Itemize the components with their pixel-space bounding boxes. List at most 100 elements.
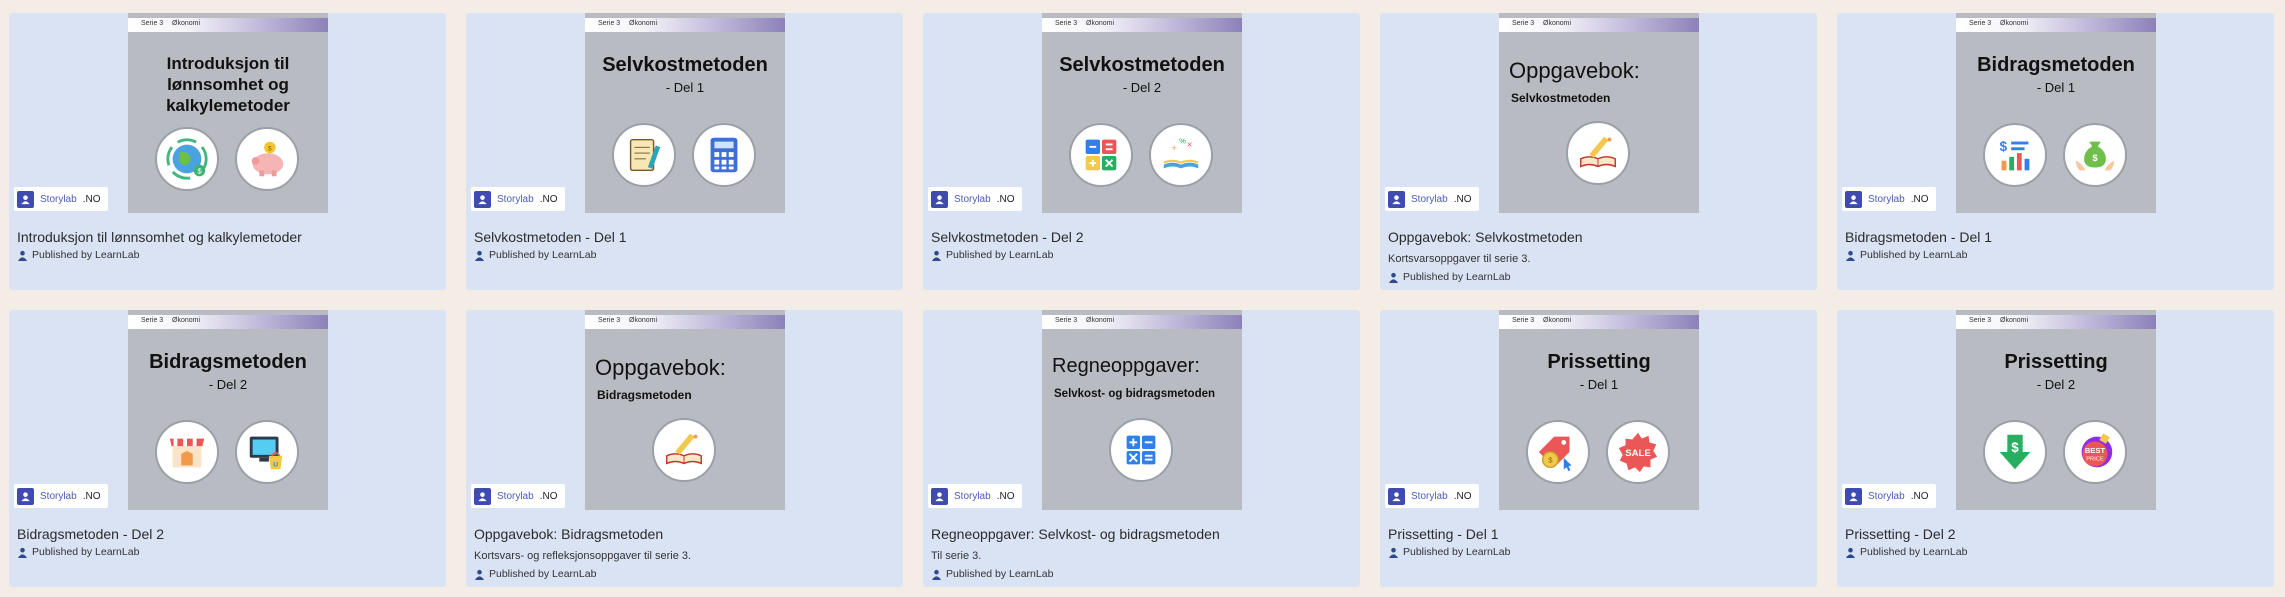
course-card[interactable]: Serie 3 Økonomi Oppgavebok: Bidragsmetod… xyxy=(466,310,903,587)
card-description: Kortsvars- og refleksjonsoppgaver til se… xyxy=(474,550,692,562)
course-thumbnail[interactable]: Serie 3 Økonomi Regneoppgaver: Selvkost-… xyxy=(1042,310,1242,510)
subject-label: Økonomi xyxy=(1086,20,1115,27)
brand-suffix: .NO xyxy=(539,490,558,502)
series-band: Serie 3 Økonomi xyxy=(128,18,328,32)
series-band: Serie 3 Økonomi xyxy=(585,18,785,32)
thumbnail-subtitle: - Del 1 xyxy=(2036,80,2076,95)
course-thumbnail[interactable]: Serie 3 Økonomi Selvkostmetoden - Del 2 … xyxy=(1042,13,1242,213)
thumbnail-title: Oppgavebok: xyxy=(595,355,726,380)
svg-text:$: $ xyxy=(268,145,272,152)
card-title[interactable]: Regneoppgaver: Selvkost- og bidragsmetod… xyxy=(931,526,1220,542)
brand-badge[interactable]: Storylab .NO xyxy=(928,484,1022,508)
user-icon xyxy=(17,250,28,261)
online-shop-icon: U xyxy=(235,420,299,484)
subject-label: Økonomi xyxy=(172,20,201,27)
user-icon xyxy=(474,569,485,580)
course-thumbnail[interactable]: Serie 3 Økonomi Oppgavebok: Selvkostmeto… xyxy=(1499,13,1699,213)
card-title[interactable]: Oppgavebok: Selvkostmetoden xyxy=(1388,229,1583,245)
card-title[interactable]: Prissetting - Del 1 xyxy=(1388,526,1498,542)
storylab-logo-icon xyxy=(931,190,948,208)
brand-badge[interactable]: Storylab .NO xyxy=(1385,484,1479,508)
user-icon xyxy=(1388,547,1399,558)
course-card[interactable]: Serie 3 Økonomi Selvkostmetoden - Del 2 … xyxy=(923,13,1360,290)
series-band: Serie 3 Økonomi xyxy=(585,315,785,329)
card-title[interactable]: Selvkostmetoden - Del 2 xyxy=(931,229,1084,245)
card-title[interactable]: Bidragsmetoden - Del 2 xyxy=(17,526,164,542)
course-card[interactable]: Serie 3 Økonomi Introduksjon til lønnsom… xyxy=(9,13,446,290)
brand-badge[interactable]: Storylab .NO xyxy=(471,484,565,508)
thumbnail-title: Bidragsmetoden xyxy=(149,351,307,373)
course-card[interactable]: Serie 3 Økonomi Bidragsmetoden - Del 1 $… xyxy=(1837,13,2274,290)
thumbnail-subtitle: Selvkostmetoden xyxy=(1511,91,1611,105)
course-card[interactable]: Serie 3 Økonomi Bidragsmetoden - Del 2 U… xyxy=(9,310,446,587)
course-thumbnail[interactable]: Serie 3 Økonomi Prissetting - Del 1 $ SA… xyxy=(1499,310,1699,510)
brand-badge[interactable]: Storylab .NO xyxy=(1842,484,1936,508)
svg-text:SALE: SALE xyxy=(1625,448,1651,459)
brand-badge[interactable]: Storylab .NO xyxy=(471,187,565,211)
course-thumbnail[interactable]: Serie 3 Økonomi Bidragsmetoden - Del 1 $… xyxy=(1956,13,2156,213)
brand-name: Storylab xyxy=(954,193,991,205)
brand-badge[interactable]: Storylab .NO xyxy=(1842,187,1936,211)
card-description: Til serie 3. xyxy=(931,550,982,562)
course-thumbnail[interactable]: Serie 3 Økonomi Prissetting - Del 2 $ BE… xyxy=(1956,310,2156,510)
book-symbols-icon: + ×% xyxy=(1149,123,1213,187)
svg-text:×: × xyxy=(1187,139,1193,150)
card-title[interactable]: Oppgavebok: Bidragsmetoden xyxy=(474,526,663,542)
svg-text:$: $ xyxy=(2092,153,2098,164)
brand-badge[interactable]: Storylab .NO xyxy=(928,187,1022,211)
brand-suffix: .NO xyxy=(82,193,101,205)
thumbnail-title: Introduksjon til lønnsomhet og kalkyleme… xyxy=(166,54,290,115)
brand-name: Storylab xyxy=(1868,193,1905,205)
course-card[interactable]: Serie 3 Økonomi Oppgavebok: Selvkostmeto… xyxy=(1380,13,1817,290)
money-hands-icon: $ xyxy=(2063,123,2127,187)
published-by: Published by LearnLab xyxy=(931,249,1053,261)
thumbnail-title: Oppgavebok: xyxy=(1509,58,1640,83)
storylab-logo-icon xyxy=(474,487,491,505)
course-thumbnail[interactable]: Serie 3 Økonomi Bidragsmetoden - Del 2 U xyxy=(128,310,328,510)
course-thumbnail[interactable]: Serie 3 Økonomi Selvkostmetoden - Del 1 xyxy=(585,13,785,213)
svg-text:+: + xyxy=(1171,143,1177,154)
brand-suffix: .NO xyxy=(1453,193,1472,205)
thumbnail-subtitle: Bidragsmetoden xyxy=(597,388,692,402)
notebook-pencil-icon xyxy=(612,123,676,187)
card-title[interactable]: Prissetting - Del 2 xyxy=(1845,526,1955,542)
series-label: Serie 3 xyxy=(1512,317,1535,324)
brand-badge[interactable]: Storylab .NO xyxy=(14,187,108,211)
thumbnail-title: Bidragsmetoden xyxy=(1977,54,2135,76)
user-icon xyxy=(1845,547,1856,558)
series-label: Serie 3 xyxy=(141,317,164,324)
course-card[interactable]: Serie 3 Økonomi Prissetting - Del 2 $ BE… xyxy=(1837,310,2274,587)
thumbnail-title: Selvkostmetoden xyxy=(1059,54,1225,76)
brand-suffix: .NO xyxy=(1910,193,1929,205)
published-by: Published by LearnLab xyxy=(931,568,1053,580)
course-card[interactable]: Serie 3 Økonomi Regneoppgaver: Selvkost-… xyxy=(923,310,1360,587)
storylab-logo-icon xyxy=(474,190,491,208)
published-by: Published by LearnLab xyxy=(474,249,596,261)
brand-name: Storylab xyxy=(497,490,534,502)
brand-badge[interactable]: Storylab .NO xyxy=(1385,187,1479,211)
user-icon xyxy=(931,569,942,580)
user-icon xyxy=(17,547,28,558)
brand-badge[interactable]: Storylab .NO xyxy=(14,484,108,508)
user-icon xyxy=(931,250,942,261)
series-label: Serie 3 xyxy=(1969,317,1992,324)
storylab-logo-icon xyxy=(931,487,948,505)
calculator-icon xyxy=(692,123,756,187)
card-title[interactable]: Bidragsmetoden - Del 1 xyxy=(1845,229,1992,245)
dollar-down-arrow-icon: $ xyxy=(1983,420,2047,484)
piggy-bank-icon: $ xyxy=(235,127,299,191)
card-title[interactable]: Introduksjon til lønnsomhet og kalkyleme… xyxy=(17,229,302,245)
course-card[interactable]: Serie 3 Økonomi Prissetting - Del 1 $ SA… xyxy=(1380,310,1817,587)
course-thumbnail[interactable]: Serie 3 Økonomi Introduksjon til lønnsom… xyxy=(128,13,328,213)
course-card[interactable]: Serie 3 Økonomi Selvkostmetoden - Del 1 … xyxy=(466,13,903,290)
subject-label: Økonomi xyxy=(2000,20,2029,27)
brand-suffix: .NO xyxy=(1910,490,1929,502)
svg-text:$: $ xyxy=(2000,139,2008,154)
best-price-tag-icon: BEST PRICE xyxy=(2063,420,2127,484)
card-title[interactable]: Selvkostmetoden - Del 1 xyxy=(474,229,627,245)
course-thumbnail[interactable]: Serie 3 Økonomi Oppgavebok: Bidragsmetod… xyxy=(585,310,785,510)
book-pencil-icon xyxy=(652,418,716,482)
brand-name: Storylab xyxy=(1868,490,1905,502)
math-operators-icon xyxy=(1109,418,1173,482)
thumbnail-title: Prissetting xyxy=(2004,351,2108,373)
